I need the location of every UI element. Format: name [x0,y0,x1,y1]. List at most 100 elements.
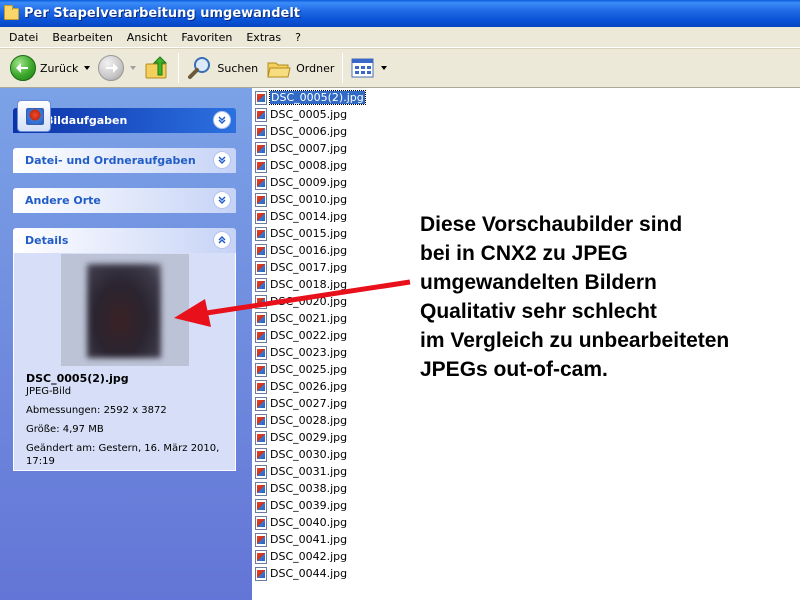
folders-button[interactable]: Ordner [262,52,338,84]
file-list-item[interactable]: DSC_0026.jpg [254,378,364,395]
file-list-item[interactable]: DSC_0023.jpg [254,344,364,361]
menu-bearbeiten[interactable]: Bearbeiten [45,29,119,46]
file-list-item[interactable]: DSC_0014.jpg [254,208,364,225]
andere-orte-header[interactable]: Andere Orte [13,188,236,213]
details-header[interactable]: Details [13,228,236,253]
file-list-item[interactable]: DSC_0042.jpg [254,548,364,565]
file-name: DSC_0027.jpg [270,397,348,410]
jpeg-file-icon [255,209,267,224]
file-list-item[interactable]: DSC_0005.jpg [254,106,364,123]
toolbar-separator [178,53,180,83]
andere-orte-panel: Andere Orte [13,188,236,213]
file-list-item[interactable]: DSC_0031.jpg [254,463,364,480]
file-list-item[interactable]: DSC_0015.jpg [254,225,364,242]
preview-thumbnail [60,254,189,366]
details-size: Größe: 4,97 MB [26,424,104,435]
jpeg-file-icon [255,90,267,105]
file-list-item[interactable]: DSC_0016.jpg [254,242,364,259]
jpeg-file-icon [255,379,267,394]
chevron-down-icon[interactable] [213,191,231,209]
jpeg-file-icon [255,430,267,445]
forward-arrow-icon [98,55,125,81]
file-name: DSC_0005.jpg [270,108,348,121]
details-modified: Geändert am: Gestern, 16. März 2010, [26,443,220,454]
file-list-item[interactable]: DSC_0018.jpg [254,276,364,293]
jpeg-file-icon [255,396,267,411]
file-name: DSC_0026.jpg [270,380,348,393]
jpeg-file-icon [255,549,267,564]
forward-button[interactable] [94,52,140,84]
file-name: DSC_0020.jpg [270,295,348,308]
details-modified-time: 17:19 [26,456,55,467]
annotation-line: umgewandelten Bildern [420,271,657,294]
file-name: DSC_0017.jpg [270,261,348,274]
toolbar-separator [342,53,344,83]
file-name: DSC_0040.jpg [270,516,348,529]
file-list-item[interactable]: DSC_0028.jpg [254,412,364,429]
file-list-item[interactable]: DSC_0029.jpg [254,429,364,446]
bildaufgaben-panel: Bildaufgaben [13,100,236,133]
file-list-item[interactable]: DSC_0020.jpg [254,293,364,310]
file-list-item[interactable]: DSC_0010.jpg [254,191,364,208]
jpeg-file-icon [255,226,267,241]
file-list-item[interactable]: DSC_0027.jpg [254,395,364,412]
file-list-item[interactable]: DSC_0025.jpg [254,361,364,378]
picture-tasks-icon [17,100,51,132]
back-dropdown-icon[interactable] [84,66,91,70]
jpeg-file-icon [255,294,267,309]
datei-ordner-panel: Datei- und Ordneraufgaben [13,148,236,173]
menu-datei[interactable]: Datei [2,29,45,46]
file-list-item[interactable]: DSC_0041.jpg [254,531,364,548]
annotation-line: Diese Vorschaubilder sind [420,213,683,236]
file-list-item[interactable]: DSC_0007.jpg [254,140,364,157]
jpeg-file-icon [255,498,267,513]
file-name: DSC_0018.jpg [270,278,348,291]
andere-orte-title: Andere Orte [25,194,101,207]
file-list-item[interactable]: DSC_0044.jpg [254,565,364,582]
details-body: DSC_0005(2).jpg JPEG-Bild Abmessungen: 2… [13,253,236,471]
back-button[interactable]: Zurück [6,52,94,84]
file-list-item[interactable]: DSC_0006.jpg [254,123,364,140]
file-name: DSC_0009.jpg [270,176,348,189]
search-button[interactable]: Suchen [183,52,262,84]
folder-open-icon [4,4,19,20]
bildaufgaben-title: Bildaufgaben [45,114,128,127]
menu-favoriten[interactable]: Favoriten [174,29,239,46]
file-name: DSC_0028.jpg [270,414,348,427]
menu-help[interactable]: ? [288,29,308,46]
file-list-item[interactable]: DSC_0009.jpg [254,174,364,191]
file-name: DSC_0044.jpg [270,567,348,580]
jpeg-file-icon [255,277,267,292]
file-name: DSC_0006.jpg [270,125,348,138]
jpeg-file-icon [255,260,267,275]
forward-dropdown-icon[interactable] [130,66,137,70]
chevron-down-icon[interactable] [213,111,231,129]
views-dropdown-icon[interactable] [381,66,388,70]
jpeg-file-icon [255,328,267,343]
file-list-item[interactable]: DSC_0008.jpg [254,157,364,174]
file-list-item[interactable]: DSC_0039.jpg [254,497,364,514]
jpeg-file-icon [255,124,267,139]
file-list-item[interactable]: DSC_0040.jpg [254,514,364,531]
folder-up-icon [145,56,168,79]
file-list-item[interactable]: DSC_0022.jpg [254,327,364,344]
menu-ansicht[interactable]: Ansicht [120,29,175,46]
file-name: DSC_0025.jpg [270,363,348,376]
views-icon [351,58,374,78]
file-list-item[interactable]: DSC_0038.jpg [254,480,364,497]
datei-ordner-header[interactable]: Datei- und Ordneraufgaben [13,148,236,173]
chevron-up-icon[interactable] [213,231,231,249]
file-name: DSC_0008.jpg [270,159,348,172]
file-list-item[interactable]: DSC_0005(2).jpg [254,89,366,106]
views-button[interactable] [347,52,391,84]
menu-extras[interactable]: Extras [239,29,288,46]
file-list-item[interactable]: DSC_0021.jpg [254,310,364,327]
file-list-item[interactable]: DSC_0030.jpg [254,446,364,463]
jpeg-file-icon [255,107,267,122]
file-name: DSC_0029.jpg [270,431,348,444]
back-label: Zurück [40,61,79,75]
up-button[interactable] [140,52,174,84]
annotation-text: Diese Vorschaubilder sind bei in CNX2 zu… [420,210,790,384]
file-list-item[interactable]: DSC_0017.jpg [254,259,364,276]
chevron-down-icon[interactable] [213,151,231,169]
